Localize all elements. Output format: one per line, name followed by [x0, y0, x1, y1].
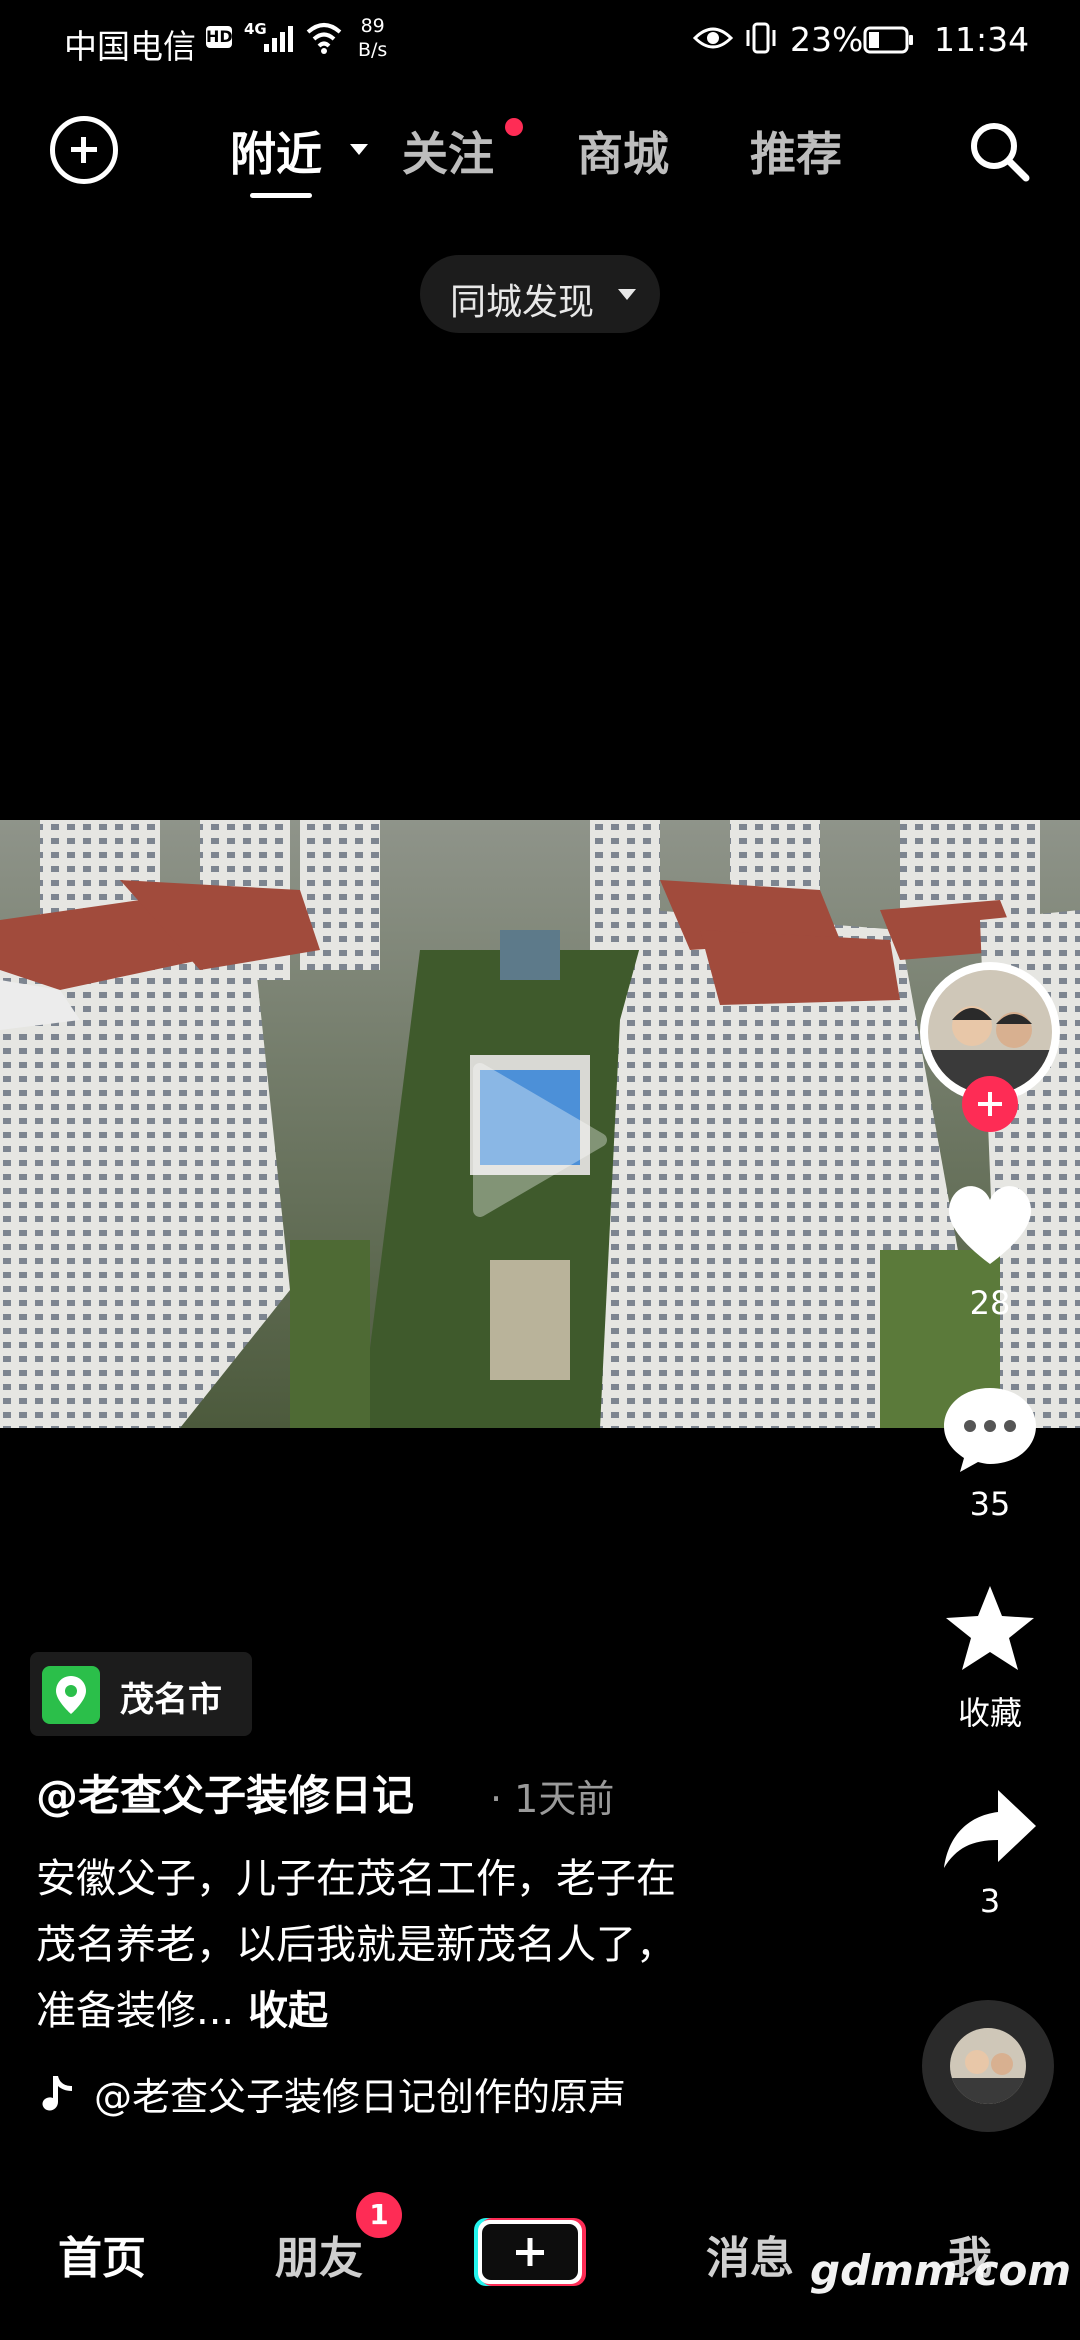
tab-mall[interactable]: 商城	[577, 118, 669, 184]
favorite-label: 收藏	[957, 1694, 1022, 1732]
tab-following[interactable]: 关注	[402, 118, 494, 184]
chevron-down-icon	[618, 289, 636, 300]
sound-label: @老查父子装修日记创作的原声	[94, 2075, 627, 2119]
signal-icon	[264, 26, 293, 52]
speed-unit: B/s	[358, 39, 388, 61]
nav-friends[interactable]: 朋友	[275, 2222, 363, 2286]
notification-dot	[505, 118, 523, 136]
tab-nearby[interactable]: 附近	[230, 118, 322, 184]
collapse-button[interactable]: 收起	[248, 1988, 328, 2034]
disc-avatar-image	[950, 2028, 1026, 2104]
post-description: 安徽父子，儿子在茂名工作，老子在 茂名养老，以后我就是新茂名人了， 准备装修..…	[36, 1846, 796, 2044]
location-label: 茂名市	[120, 1680, 222, 1720]
battery-percent: 23%	[790, 20, 864, 59]
hd-badge: HD	[206, 26, 233, 48]
carrier-name: 中国电信	[64, 27, 196, 66]
add-button[interactable]	[50, 116, 118, 184]
comment-count: 35	[969, 1485, 1011, 1523]
watermark: gdmm.com	[810, 2246, 1072, 2295]
nav-home[interactable]: 首页	[58, 2222, 146, 2286]
battery-icon	[863, 26, 913, 54]
nav-messages[interactable]: 消息	[706, 2222, 794, 2286]
vibrate-icon	[746, 22, 776, 54]
friends-badge: 1	[356, 2192, 402, 2238]
play-icon[interactable]	[460, 1050, 620, 1230]
author-name[interactable]: @老查父子装修日记	[36, 1762, 414, 1823]
city-filter-label: 同城发现	[450, 282, 595, 323]
post-time: · 1天前	[490, 1777, 615, 1821]
speed-value: 89	[360, 15, 385, 37]
location-pin-icon	[42, 1666, 100, 1724]
sound-link[interactable]: @老查父子装修日记创作的原声	[36, 2066, 626, 2121]
description-line: 准备装修...	[36, 1988, 235, 2034]
location-tag[interactable]: 茂名市	[30, 1652, 252, 1736]
network-speed: 89 B/s	[358, 14, 387, 62]
share-count: 3	[979, 1882, 1001, 1920]
clock: 11:34	[934, 20, 1030, 59]
music-disc-avatar	[950, 2028, 1026, 2104]
follow-button[interactable]	[962, 1076, 1018, 1132]
description-line: 安徽父子，儿子在茂名工作，老子在	[36, 1856, 676, 1902]
status-bar: 中国电信 HD 4G 89 B/s 23% 11:34	[0, 0, 1080, 84]
chevron-down-icon[interactable]	[350, 144, 368, 155]
active-tab-indicator	[250, 193, 312, 198]
star-icon[interactable]	[940, 1582, 1040, 1678]
eye-icon	[693, 27, 733, 49]
music-note-icon	[42, 2075, 72, 2111]
wifi-icon	[306, 23, 342, 54]
city-filter-dropdown[interactable]: 同城发现	[420, 255, 660, 333]
like-count: 28	[969, 1284, 1011, 1322]
share-icon[interactable]	[940, 1782, 1040, 1878]
create-button[interactable]	[472, 2214, 588, 2290]
comment-icon[interactable]	[940, 1380, 1040, 1476]
tab-recommend[interactable]: 推荐	[750, 118, 842, 184]
search-icon[interactable]	[964, 116, 1034, 186]
heart-icon[interactable]	[940, 1176, 1040, 1272]
description-line: 茂名养老，以后我就是新茂名人了，	[36, 1922, 676, 1968]
